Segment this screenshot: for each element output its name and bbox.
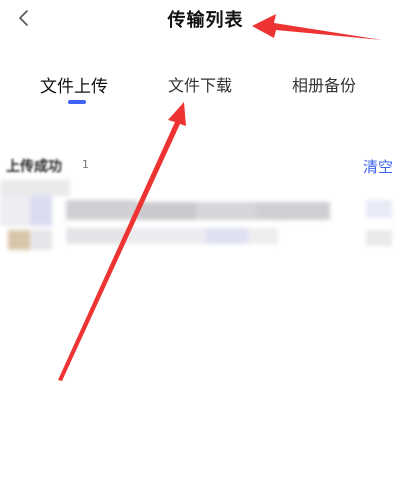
section-title: 上传成功	[6, 159, 62, 175]
page-title: 传输列表	[167, 10, 244, 31]
active-tab-indicator	[68, 100, 86, 104]
tab-album-backup[interactable]: 相册备份	[292, 72, 356, 102]
tab-bar: 文件上传 文件下载 相册备份	[0, 64, 411, 110]
tab-file-download[interactable]: 文件下载	[168, 72, 232, 102]
tab-file-upload[interactable]: 文件上传	[40, 72, 108, 102]
top-bar: 传输列表	[0, 0, 411, 44]
transfer-list-screen: 传输列表 文件上传 文件下载 相册备份 上传成功 1 清空	[0, 0, 411, 500]
obscured-content	[0, 180, 411, 260]
list-item[interactable]	[0, 180, 411, 260]
section-count: 1	[82, 158, 89, 171]
clear-button[interactable]: 清空	[363, 156, 393, 177]
upload-success-section-header: 上传成功 1 清空	[0, 150, 411, 180]
